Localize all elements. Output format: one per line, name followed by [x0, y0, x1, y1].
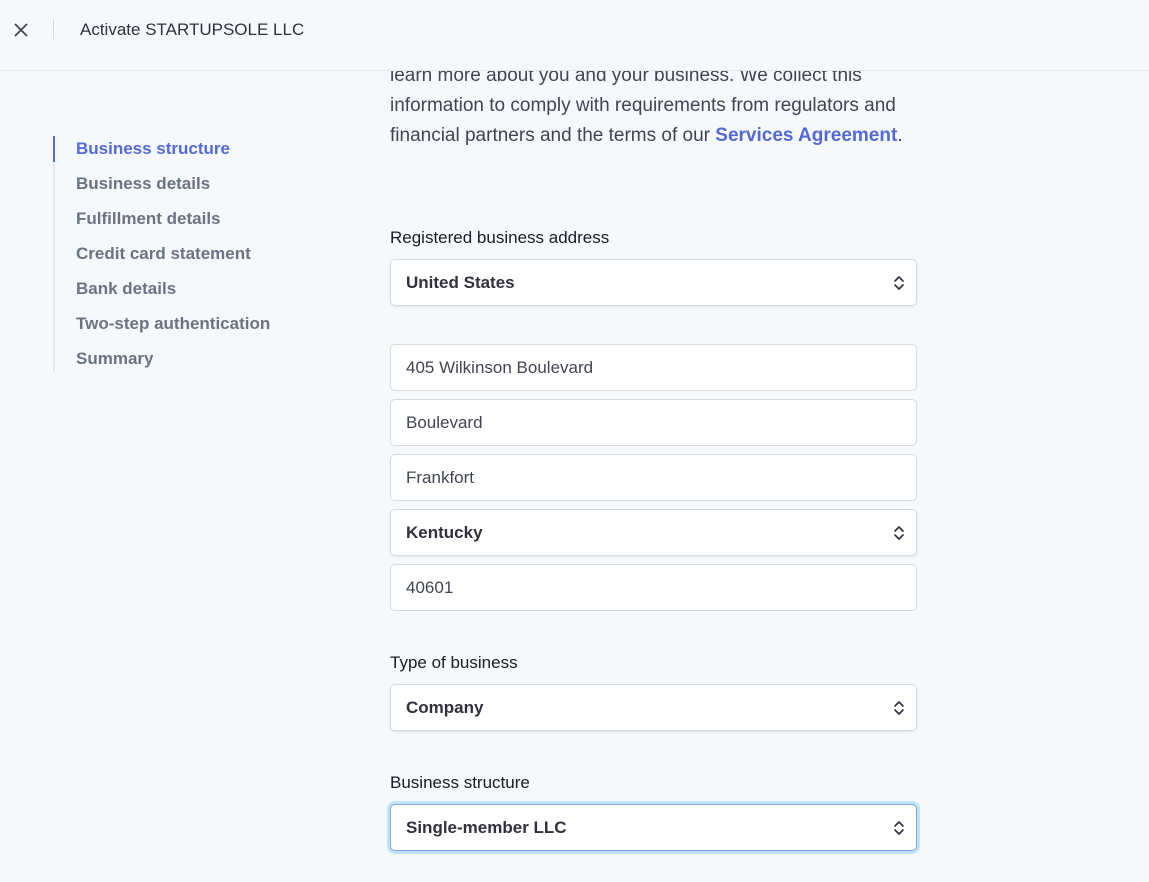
country-value: United States: [406, 272, 515, 292]
close-icon: [14, 23, 28, 37]
chevron-updown-icon: [894, 701, 904, 715]
nav-item-bank-details[interactable]: Bank details: [76, 278, 176, 300]
state-value: Kentucky: [406, 522, 483, 542]
registered-address-label: Registered business address: [390, 228, 610, 247]
chevron-updown-icon: [894, 821, 904, 835]
services-agreement-link[interactable]: Services Agreement: [715, 125, 897, 146]
address-line2-input[interactable]: Boulevard: [390, 399, 917, 446]
active-step-indicator: [53, 136, 55, 162]
intro-paragraph: learn more about you and your business. …: [390, 61, 920, 151]
business-structure-value: Single-member LLC: [406, 817, 567, 837]
business-type-value: Company: [406, 697, 484, 717]
business-structure-select[interactable]: Single-member LLC: [390, 804, 917, 851]
nav-item-two-step-authentication[interactable]: Two-step authentication: [76, 313, 270, 335]
city-input[interactable]: Frankfort: [390, 454, 917, 501]
page-title: Activate STARTUPSOLE LLC: [80, 20, 305, 39]
intro-text-end: .: [897, 125, 903, 146]
business-type-select[interactable]: Company: [390, 684, 917, 731]
address-line2-value: Boulevard: [406, 412, 483, 432]
close-button[interactable]: [8, 17, 34, 43]
zip-input[interactable]: 40601: [390, 564, 917, 611]
state-select[interactable]: Kentucky: [390, 509, 917, 556]
business-structure-label: Business structure: [390, 773, 530, 792]
nav-item-credit-card-statement[interactable]: Credit card statement: [76, 243, 251, 265]
nav-item-summary[interactable]: Summary: [76, 348, 153, 370]
address-line1-input[interactable]: 405 Wilkinson Boulevard: [390, 344, 917, 391]
city-value: Frankfort: [406, 467, 475, 487]
nav-item-fulfillment-details[interactable]: Fulfillment details: [76, 208, 221, 230]
country-select[interactable]: United States: [390, 259, 917, 306]
nav-item-business-structure[interactable]: Business structure: [76, 138, 230, 160]
zip-value: 40601: [406, 577, 454, 597]
chevron-updown-icon: [894, 276, 904, 290]
address-line1-value: 405 Wilkinson Boulevard: [406, 357, 594, 377]
header-divider: [53, 19, 54, 39]
business-type-label: Type of business: [390, 653, 518, 672]
nav-item-business-details[interactable]: Business details: [76, 173, 210, 195]
step-navigation: Business structure Business details Fulf…: [53, 136, 313, 372]
chevron-updown-icon: [894, 526, 904, 540]
top-bar: Activate STARTUPSOLE LLC: [0, 0, 1149, 71]
